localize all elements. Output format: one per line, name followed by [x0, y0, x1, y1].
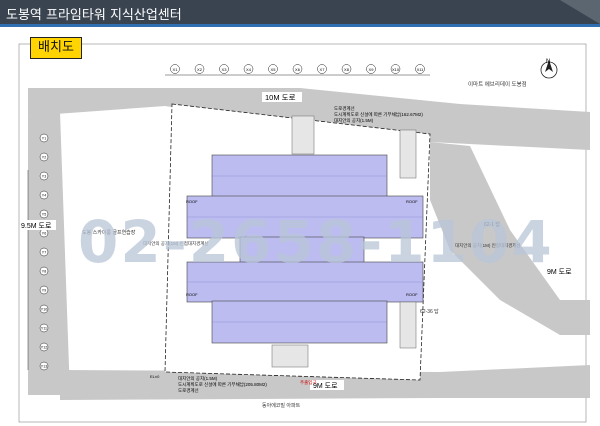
grid-marker-top-label: X1 [173, 67, 179, 72]
apartment-top-right-label: 이마트 에브리데이 도봉점 [468, 80, 527, 88]
grid-marker-left-label: Y13 [41, 365, 47, 369]
bottom-building-label: 동아에코빌 아파트 [262, 402, 301, 409]
ramp-lower-right [399, 301, 417, 349]
top-note-1: 도로경계선 [334, 105, 355, 112]
grid-marker-left-label: Y11 [41, 327, 47, 331]
grid-marker-top-label: X6 [295, 67, 301, 72]
grid-marker-top-label: X8 [344, 67, 350, 72]
road-top-label: 10M 도로 [265, 93, 296, 102]
grid-marker-left-label: Y3 [42, 175, 46, 179]
grid-marker-left-label: Y4 [42, 194, 46, 198]
grid-marker-left-label: Y2 [42, 156, 46, 160]
grid-marker-left-label: Y6 [42, 232, 46, 236]
grid-marker-left-label: Y5 [42, 213, 46, 217]
road-left-label: 9.5M 도로 [21, 222, 52, 230]
roof-label-left: ROOF [186, 199, 198, 204]
roof-label-right: ROOF [406, 199, 418, 204]
grid-marker-left-label: Y9 [42, 289, 46, 293]
grid-marker-left-label: Y12 [41, 346, 47, 350]
roof-label-lower-right: ROOF [406, 292, 418, 297]
roof-label-lower-left: ROOF [186, 292, 198, 297]
elevation-label: EL±0 [150, 374, 160, 379]
grid-marker-left-label: Y10 [41, 308, 47, 312]
lot-right-mid-label: 62-36 답 [420, 308, 439, 315]
grid-marker-top-label: X3 [222, 67, 228, 72]
grid-marker-left-label: Y7 [42, 251, 46, 255]
grid-marker-top-label: X7 [320, 67, 326, 72]
ramp-bottom [271, 344, 309, 368]
ramp-right [399, 129, 417, 179]
bottom-note-2: 도시계획도로 신설에 따른 기부채납(205.80M2) [178, 381, 267, 388]
grid-marker-top-label: X10 [392, 67, 400, 72]
grid-marker-top-label: X4 [246, 67, 252, 72]
road-bottom-label: 9M 도로 [313, 382, 338, 390]
grid-marker-top-label: X9 [369, 67, 375, 72]
layout-badge: 배치도 [30, 37, 82, 59]
phone-watermark: 02-2658-1104 [78, 208, 554, 276]
grid-marker-top-label: X11 [417, 67, 425, 72]
top-note-3: 대지안의 공지(1.5M) [334, 117, 374, 124]
grid-marker-top-label: X5 [271, 67, 277, 72]
bus-stop-label: B.S [85, 72, 100, 82]
grid-marker-left-label: Y8 [42, 270, 46, 274]
north-label: N [546, 59, 550, 65]
top-note-2: 도시계획도로 신설에 따른 기부채납(162.67M2) [334, 111, 423, 118]
entrance-label: 주출입구 [300, 379, 317, 386]
ramp-top [291, 115, 315, 155]
site-plan-drawing: X1 X2 X3 X4 X5 X6 X7 X8 X9 X10 X11 Y1 Y2 Y3 Y4 Y5 Y6 Y7 Y… [18, 43, 590, 423]
bottom-note-1: 대지안의 공지(1.5M) [178, 375, 218, 382]
grid-marker-top-label: X2 [197, 67, 203, 72]
bottom-note-3: 도로경계선 [178, 387, 199, 394]
grid-marker-left-label: Y1 [42, 137, 46, 141]
